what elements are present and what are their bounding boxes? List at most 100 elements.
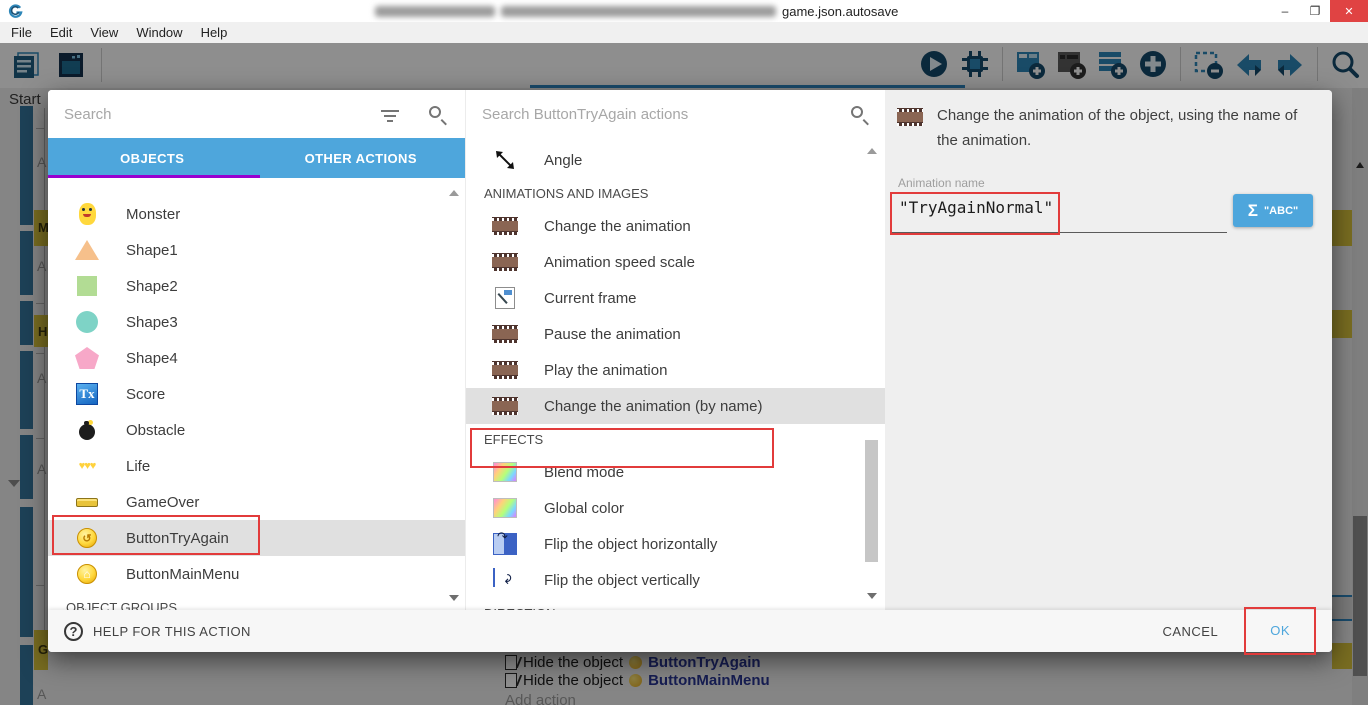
object-label: Shape4 [126,350,178,367]
action-item[interactable]: ↷ Flip the object vertically [466,562,885,598]
animation-name-label: Animation name [898,176,985,190]
list-item[interactable]: Tx Score [48,376,465,412]
film-strip-icon [492,357,518,383]
pentagon-object-icon [74,345,100,371]
section-header: ANIMATIONS AND IMAGES [466,178,885,208]
menu-view[interactable]: View [81,25,127,40]
scrollbar-thumb[interactable] [865,440,878,562]
list-item[interactable]: Monster [48,196,465,232]
action-label: Animation speed scale [544,254,695,271]
input-underline [890,232,1227,233]
list-item-selected-buttontryagain[interactable]: ↺ ButtonTryAgain [48,520,465,556]
titlebar: game.json.autosave – ❐ ✕ [0,0,1368,22]
menu-help[interactable]: Help [192,25,237,40]
action-editor-dialog: OBJECTS OTHER ACTIONS Monster Shape1 [48,90,1332,652]
list-item[interactable]: Shape3 [48,304,465,340]
action-item-selected-change-animation-by-name[interactable]: Change the animation (by name) [466,388,885,424]
actions-search-input[interactable] [466,106,780,123]
object-label: Score [126,386,165,403]
gameover-object-icon [74,489,100,515]
minimize-button[interactable]: – [1270,0,1300,22]
action-item[interactable]: Blend mode [466,454,885,490]
action-label: Change the animation (by name) [544,398,762,415]
search-icon[interactable] [851,106,863,118]
action-item[interactable]: Angle [466,142,885,178]
action-item[interactable]: Global color [466,490,885,526]
window-controls: – ❐ ✕ [1270,0,1368,22]
film-strip-icon [492,213,518,239]
object-groups-header: OBJECT GROUPS [48,592,465,610]
search-icon[interactable] [429,106,441,118]
window-title: game.json.autosave [375,0,898,22]
frame-icon [492,285,518,311]
bomb-object-icon [74,417,100,443]
expression-type-label: "ABC" [1264,205,1298,217]
object-label: Monster [126,206,180,223]
list-item[interactable]: Shape1 [48,232,465,268]
action-item[interactable]: Pause the animation [466,316,885,352]
workarea: Start M H G A A A A A [0,43,1368,705]
actions-search-row [466,90,885,138]
help-icon: ? [64,622,83,641]
blurred-title-segment [501,6,776,17]
filter-icon[interactable] [381,110,399,112]
home-button-object-icon: ⌂ [74,561,100,587]
action-item[interactable]: Animation speed scale [466,244,885,280]
list-item[interactable]: Shape2 [48,268,465,304]
close-button[interactable]: ✕ [1330,0,1368,22]
action-label: Angle [544,152,582,169]
action-label: Current frame [544,290,637,307]
text-object-icon: Tx [74,381,100,407]
list-item[interactable]: Shape4 [48,340,465,376]
objects-list: Monster Shape1 Shape2 Shape3 [48,178,465,610]
app-window: game.json.autosave – ❐ ✕ File Edit View … [0,0,1368,705]
animation-name-input[interactable] [899,198,1199,217]
tab-other-actions[interactable]: OTHER ACTIONS [257,138,466,178]
tab-objects[interactable]: OBJECTS [48,138,257,178]
rainbow-icon [492,459,518,485]
square-object-icon [74,273,100,299]
objects-search-input[interactable] [48,106,361,123]
scroll-up-icon[interactable] [449,190,459,196]
scroll-up-icon[interactable] [867,148,877,154]
actions-list: Angle ANIMATIONS AND IMAGES Change the a… [466,138,885,610]
expression-editor-button[interactable]: Σ "ABC" [1233,194,1313,227]
objects-panel: OBJECTS OTHER ACTIONS Monster Shape1 [48,90,465,610]
help-text: HELP FOR THIS ACTION [93,624,251,639]
list-item[interactable]: Obstacle [48,412,465,448]
action-item[interactable]: Current frame [466,280,885,316]
annotation-box-ok: OK [1244,607,1316,655]
scroll-down-icon[interactable] [867,593,877,599]
scroll-down-icon[interactable] [449,595,459,601]
list-item[interactable]: ⌂ ButtonMainMenu [48,556,465,592]
flip-vertical-icon: ↷ [492,567,518,593]
list-item[interactable]: GameOver [48,484,465,520]
menu-file[interactable]: File [2,25,41,40]
menu-window[interactable]: Window [127,25,191,40]
rainbow-icon [492,495,518,521]
section-header: EFFECTS [466,424,885,454]
list-item[interactable]: ♥♥♥ Life [48,448,465,484]
ok-button[interactable]: OK [1270,623,1290,638]
section-header: DIRECTION [466,598,885,610]
objects-tabs: OBJECTS OTHER ACTIONS [48,138,465,178]
parameters-panel: Change the animation of the object, usin… [885,90,1332,610]
maximize-button[interactable]: ❐ [1300,0,1330,22]
action-label: Pause the animation [544,326,681,343]
monster-object-icon [74,201,100,227]
cancel-button[interactable]: CANCEL [1162,624,1218,639]
flip-horizontal-icon: ↷ [492,531,518,557]
object-label: Life [126,458,150,475]
menu-edit[interactable]: Edit [41,25,81,40]
action-description: Change the animation of the object, usin… [897,104,1307,154]
sigma-icon: Σ [1248,201,1258,221]
hearts-object-icon: ♥♥♥ [74,453,100,479]
action-item[interactable]: Change the animation [466,208,885,244]
film-strip-icon [897,104,923,130]
object-label: ButtonTryAgain [126,530,229,547]
help-link[interactable]: ? HELP FOR THIS ACTION [64,622,251,641]
action-item[interactable]: ↷ Flip the object horizontally [466,526,885,562]
film-strip-icon [492,321,518,347]
gdevelop-logo-icon [8,4,23,19]
action-item[interactable]: Play the animation [466,352,885,388]
